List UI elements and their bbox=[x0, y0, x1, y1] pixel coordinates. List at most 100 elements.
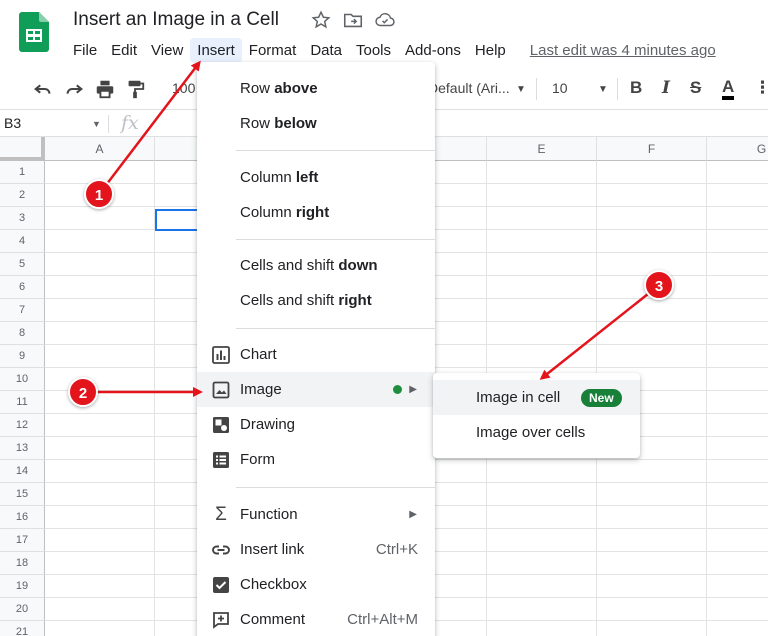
selected-cell-outline[interactable] bbox=[155, 209, 200, 231]
bold-icon[interactable]: B bbox=[630, 78, 642, 98]
menu-column-left[interactable]: Column left bbox=[197, 160, 435, 195]
comment-icon bbox=[213, 611, 229, 629]
name-box-arrow-icon[interactable]: ▼ bbox=[92, 119, 101, 129]
menu-insert[interactable]: Insert bbox=[190, 37, 242, 63]
menu-divider bbox=[236, 487, 435, 488]
menu-edit[interactable]: Edit bbox=[104, 38, 144, 63]
column-header[interactable]: G bbox=[707, 137, 768, 161]
column-left-label: Column bbox=[240, 169, 296, 186]
undo-icon[interactable] bbox=[32, 78, 54, 100]
row-header[interactable]: 2 bbox=[0, 184, 45, 207]
row-below-bold: below bbox=[274, 115, 317, 132]
row-header[interactable]: 17 bbox=[0, 529, 45, 552]
menu-row-above[interactable]: Row above bbox=[197, 71, 435, 106]
row-header[interactable]: 10 bbox=[0, 368, 45, 391]
menu-add-ons[interactable]: Add-ons bbox=[398, 38, 468, 63]
row-header[interactable]: 8 bbox=[0, 322, 45, 345]
document-title[interactable]: Insert an Image in a Cell bbox=[73, 9, 279, 31]
cells-down-label: Cells and shift bbox=[240, 257, 339, 274]
menu-bar: File Edit View Insert Format Data Tools … bbox=[66, 37, 716, 63]
column-header[interactable]: A bbox=[45, 137, 155, 161]
text-color-icon[interactable]: A bbox=[722, 78, 735, 100]
row-header[interactable]: 9 bbox=[0, 345, 45, 368]
menu-chart[interactable]: Chart bbox=[197, 337, 435, 372]
row-header[interactable]: 21 bbox=[0, 621, 45, 636]
menu-image-over-cells[interactable]: Image over cells bbox=[433, 415, 640, 450]
menu-checkbox[interactable]: Checkbox bbox=[197, 567, 435, 602]
menu-view[interactable]: View bbox=[144, 38, 190, 63]
form-label: Form bbox=[240, 451, 275, 468]
print-icon[interactable] bbox=[94, 78, 116, 100]
row-header[interactable]: 13 bbox=[0, 437, 45, 460]
menu-cells-shift-right[interactable]: Cells and shift right bbox=[197, 283, 435, 318]
column-right-bold: right bbox=[295, 204, 330, 221]
image-label: Image bbox=[240, 381, 282, 398]
last-edit-link[interactable]: Last edit was 4 minutes ago bbox=[530, 42, 716, 59]
more-toolbar-icon[interactable]: ⋮ bbox=[754, 78, 768, 98]
insert-link-label: Insert link bbox=[240, 541, 305, 558]
paint-format-icon[interactable] bbox=[124, 78, 146, 100]
row-header[interactable]: 18 bbox=[0, 552, 45, 575]
checkbox-label: Checkbox bbox=[240, 576, 307, 593]
submenu-arrow-icon: ▶ bbox=[409, 384, 417, 395]
menu-file[interactable]: File bbox=[66, 38, 104, 63]
menu-help[interactable]: Help bbox=[468, 38, 513, 63]
star-icon[interactable] bbox=[310, 9, 332, 31]
name-box[interactable]: B3 bbox=[4, 115, 21, 131]
menu-divider bbox=[236, 150, 435, 151]
new-feature-dot bbox=[393, 385, 402, 394]
menu-image[interactable]: Image ▶ bbox=[197, 372, 435, 407]
row-above-bold: above bbox=[274, 80, 318, 97]
font-dropdown-arrow-icon[interactable]: ▼ bbox=[516, 84, 526, 95]
move-folder-icon[interactable] bbox=[342, 9, 364, 31]
function-label: Function bbox=[240, 506, 298, 523]
row-header[interactable]: 12 bbox=[0, 414, 45, 437]
menu-divider bbox=[236, 328, 435, 329]
cloud-saved-icon[interactable] bbox=[374, 9, 396, 31]
row-header[interactable]: 7 bbox=[0, 299, 45, 322]
menu-cells-shift-down[interactable]: Cells and shift down bbox=[197, 248, 435, 283]
strikethrough-icon[interactable]: S bbox=[690, 78, 701, 98]
menu-insert-link[interactable]: Insert link Ctrl+K bbox=[197, 532, 435, 567]
row-header[interactable]: 3 bbox=[0, 207, 45, 230]
menu-column-right[interactable]: Column right bbox=[197, 195, 435, 230]
menu-image-in-cell[interactable]: Image in cell New bbox=[433, 380, 640, 415]
font-size-dropdown-arrow-icon[interactable]: ▼ bbox=[598, 84, 608, 95]
drawing-label: Drawing bbox=[240, 416, 296, 433]
row-header[interactable]: 5 bbox=[0, 253, 45, 276]
row-header[interactable]: 14 bbox=[0, 460, 45, 483]
row-header[interactable]: 4 bbox=[0, 230, 45, 253]
submenu-arrow-icon: ▶ bbox=[409, 509, 417, 520]
select-all-corner[interactable] bbox=[0, 137, 45, 161]
zoom-select[interactable]: 100 bbox=[172, 80, 195, 96]
row-header[interactable]: 16 bbox=[0, 506, 45, 529]
link-icon bbox=[212, 545, 230, 554]
column-header[interactable]: F bbox=[597, 137, 707, 161]
redo-icon[interactable] bbox=[63, 78, 85, 100]
menu-comment[interactable]: Comment Ctrl+Alt+M bbox=[197, 602, 435, 636]
row-header[interactable]: 20 bbox=[0, 598, 45, 621]
italic-icon[interactable]: I bbox=[662, 78, 670, 98]
menu-function[interactable]: Σ Function ▶ bbox=[197, 497, 435, 532]
row-above-label: Row bbox=[240, 80, 275, 97]
menu-form[interactable]: Form bbox=[197, 442, 435, 477]
row-header[interactable]: 15 bbox=[0, 483, 45, 506]
formula-bar-divider bbox=[108, 115, 109, 133]
row-header[interactable]: 1 bbox=[0, 161, 45, 184]
menu-divider bbox=[236, 239, 435, 240]
menu-tools[interactable]: Tools bbox=[349, 38, 398, 63]
menu-format[interactable]: Format bbox=[242, 38, 304, 63]
column-header[interactable]: E bbox=[487, 137, 597, 161]
row-header[interactable]: 6 bbox=[0, 276, 45, 299]
toolbar-divider bbox=[536, 78, 537, 100]
menu-drawing[interactable]: Drawing bbox=[197, 407, 435, 442]
menu-data[interactable]: Data bbox=[303, 38, 349, 63]
font-size-select[interactable]: 10 bbox=[552, 80, 568, 96]
row-header[interactable]: 19 bbox=[0, 575, 45, 598]
google-sheets-logo[interactable] bbox=[19, 12, 49, 52]
menu-row-below[interactable]: Row below bbox=[197, 106, 435, 141]
row-header[interactable]: 11 bbox=[0, 391, 45, 414]
font-select[interactable]: Default (Ari... bbox=[428, 80, 516, 96]
cells-right-bold: right bbox=[338, 292, 372, 309]
comment-shortcut: Ctrl+Alt+M bbox=[347, 611, 418, 628]
